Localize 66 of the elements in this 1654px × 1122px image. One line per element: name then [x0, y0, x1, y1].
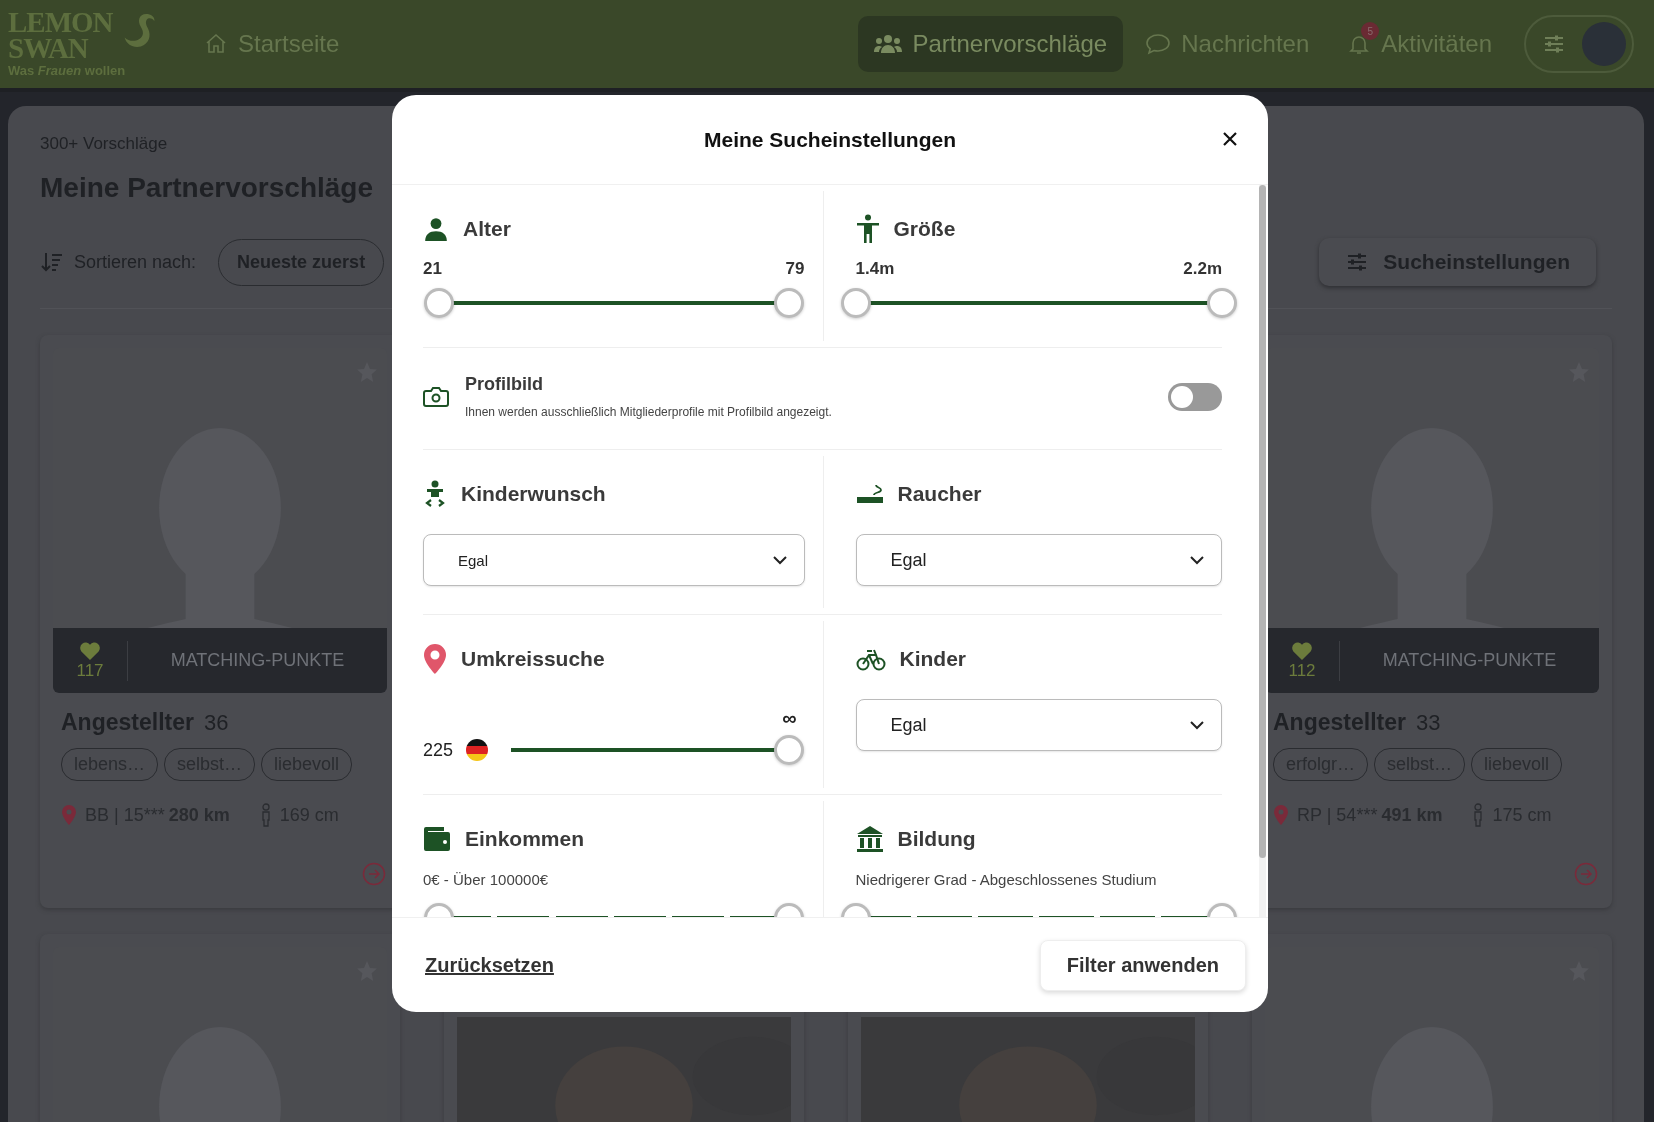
standing-figure-icon	[855, 214, 880, 244]
dropdown-field[interactable]: Egal	[855, 534, 1222, 586]
setting-description: Ihnen werden ausschließlich Mitgliederprofile mit Profilbild angezeigt.	[465, 405, 833, 419]
range-min-value: 1.4m	[855, 259, 895, 279]
person-icon	[1472, 803, 1485, 827]
setting-label: Raucher	[897, 482, 982, 506]
setting-label: Kinder	[899, 647, 966, 671]
apply-filter-button[interactable]: Filter anwenden	[1039, 939, 1246, 991]
range-max-value: 2.2m	[1183, 259, 1222, 279]
sort-icon	[40, 250, 64, 274]
slider-handle[interactable]	[424, 288, 454, 318]
max-value: ∞	[782, 707, 797, 730]
chat-icon	[1145, 32, 1172, 56]
cigarette-icon	[855, 483, 884, 505]
distance-value: 225	[423, 739, 453, 761]
person-icon	[259, 803, 272, 827]
nav-tab[interactable]: Partnervorschläge	[858, 16, 1124, 72]
wallet-icon	[423, 826, 451, 852]
matching-points: 112	[1288, 660, 1316, 681]
menu-button[interactable]	[1524, 15, 1634, 73]
setting-label: Alter	[463, 217, 511, 241]
range-slider[interactable]	[423, 287, 805, 319]
chevron-down-icon	[1189, 720, 1205, 730]
home-icon	[204, 32, 228, 56]
camera-icon	[423, 385, 449, 408]
setting-label: Einkommen	[465, 827, 585, 851]
location-pin-icon	[1273, 804, 1289, 826]
slider-handle[interactable]	[773, 735, 804, 765]
setting-label: Umkreissuche	[461, 647, 605, 671]
slider-handle[interactable]	[773, 288, 804, 318]
matching-label: MATCHING-PUNKTE	[169, 650, 346, 671]
dropdown-field[interactable]: Egal	[423, 534, 805, 586]
flag-icon	[465, 738, 489, 762]
slider-handle[interactable]	[1207, 288, 1237, 318]
avatar-icon	[1582, 22, 1626, 66]
location-pin-icon	[423, 643, 447, 675]
slider-handle[interactable]	[840, 288, 871, 318]
scrollbar[interactable]	[1259, 185, 1266, 917]
notification-badge: 5	[1361, 22, 1380, 40]
heart-icon	[78, 640, 102, 661]
arrow-circle-icon[interactable]	[1574, 862, 1598, 886]
dialog-title: Meine Sucheinstellungen	[703, 127, 956, 152]
range-slider[interactable]	[839, 287, 1238, 319]
person-icon	[423, 216, 449, 242]
setting-label: Profilbild	[465, 374, 544, 395]
dropdown-field[interactable]: Egal	[855, 699, 1222, 751]
range-max-value: 79	[785, 259, 805, 279]
people-icon	[874, 33, 903, 55]
reset-link[interactable]: Zurücksetzen	[425, 953, 554, 977]
bicycle-icon	[855, 647, 886, 671]
baby-icon	[423, 480, 447, 508]
chevron-down-icon	[771, 555, 788, 565]
matching-points: 117	[76, 660, 104, 681]
bank-icon	[855, 825, 884, 853]
heart-icon	[1290, 640, 1314, 661]
arrow-circle-icon[interactable]	[362, 862, 386, 886]
chevron-down-icon	[1189, 555, 1205, 565]
setting-label: Kinderwunsch	[461, 482, 606, 506]
toggle-switch[interactable]	[1168, 382, 1222, 411]
location-pin-icon	[61, 804, 77, 826]
range-text: 0€ - Über 100000€	[423, 871, 550, 888]
range-min-value: 21	[423, 259, 442, 279]
matching-label: MATCHING-PUNKTE	[1381, 650, 1558, 671]
range-text: Niedrigerer Grad - Abgeschlossenes Studium	[855, 871, 1158, 888]
setting-label: Bildung	[897, 827, 976, 851]
setting-label: Größe	[893, 217, 956, 241]
